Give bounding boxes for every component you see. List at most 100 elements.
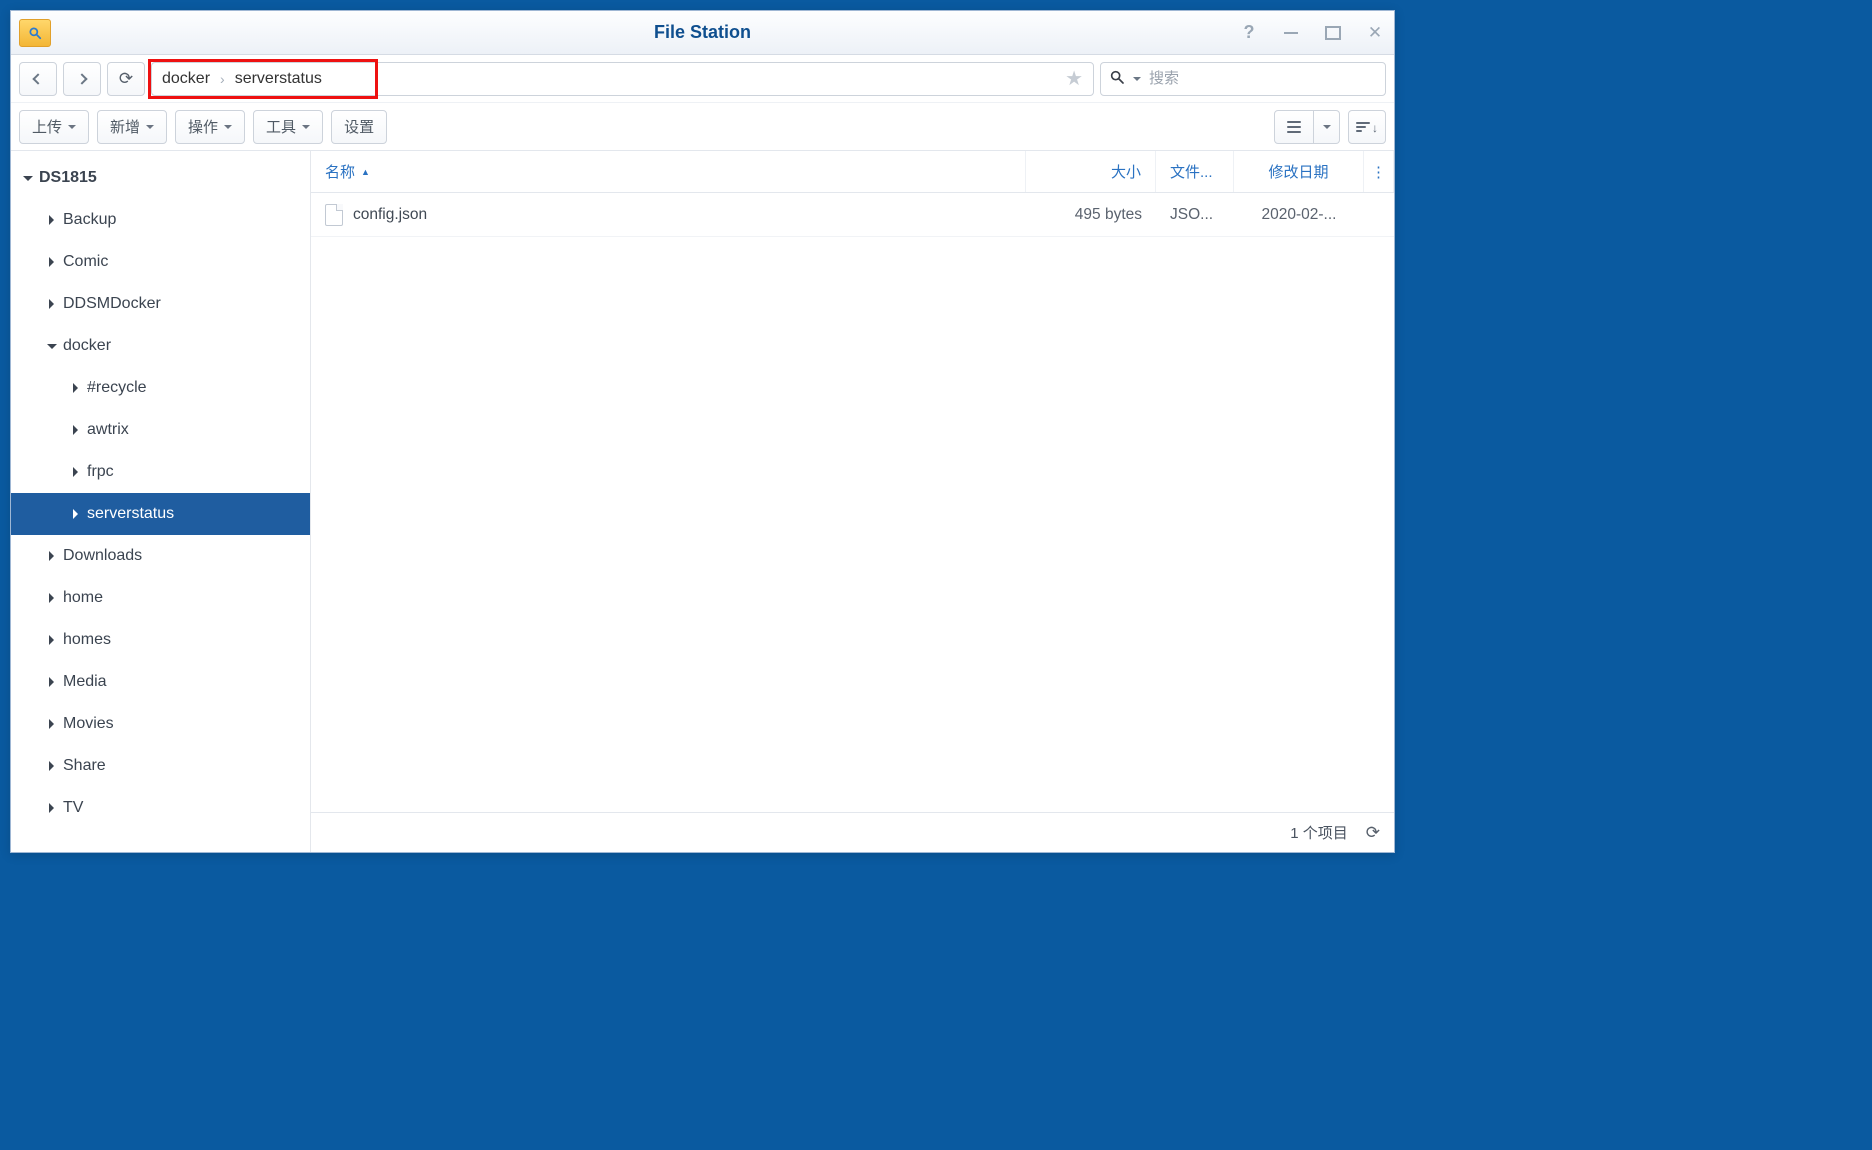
tree-item-recycle[interactable]: #recycle [11, 367, 310, 409]
view-mode-split [1274, 110, 1340, 144]
breadcrumb-bar[interactable]: docker › serverstatus ★ [151, 62, 1094, 96]
expand-toggle-icon[interactable] [47, 341, 57, 351]
tree-item-frpc[interactable]: frpc [11, 451, 310, 493]
tree-label: DDSMDocker [63, 295, 161, 313]
column-header-size[interactable]: 大小 [1026, 151, 1156, 192]
chevron-left-icon [32, 73, 43, 84]
list-icon [1287, 121, 1301, 133]
main-area: DS1815 Backup Comic DDSMDocker docker #r… [11, 151, 1394, 852]
titlebar: File Station ? [11, 11, 1394, 55]
expand-toggle-icon[interactable] [47, 215, 57, 225]
expand-toggle-icon[interactable] [71, 425, 81, 435]
tree-item-movies[interactable]: Movies [11, 703, 310, 745]
window-controls: ? [1238, 22, 1386, 44]
view-list-button[interactable] [1274, 110, 1314, 144]
caret-down-icon [1323, 125, 1331, 133]
column-header-type[interactable]: 文件... [1156, 151, 1234, 192]
tree-item-comic[interactable]: Comic [11, 241, 310, 283]
window-title: File Station [11, 22, 1394, 43]
expand-toggle-icon[interactable] [23, 173, 33, 183]
column-header-date[interactable]: 修改日期 [1234, 151, 1364, 192]
tree-item-share[interactable]: Share [11, 745, 310, 787]
maximize-button[interactable] [1322, 22, 1344, 44]
refresh-button[interactable]: ⟳ [107, 62, 145, 96]
expand-toggle-icon[interactable] [47, 761, 57, 771]
back-button[interactable] [19, 62, 57, 96]
file-size: 495 bytes [1026, 206, 1156, 224]
column-header-name[interactable]: 名称 [311, 151, 1026, 192]
file-icon [325, 204, 343, 226]
tree-item-tv[interactable]: TV [11, 787, 310, 829]
tree-root[interactable]: DS1815 [11, 157, 310, 199]
expand-toggle-icon[interactable] [47, 677, 57, 687]
search-input[interactable] [1149, 70, 1377, 87]
breadcrumb-segment[interactable]: docker [162, 70, 210, 88]
create-button[interactable]: 新增 [97, 110, 167, 144]
tree-item-awtrix[interactable]: awtrix [11, 409, 310, 451]
sort-icon: ↓ [1356, 122, 1378, 132]
expand-toggle-icon[interactable] [47, 299, 57, 309]
tree-item-downloads[interactable]: Downloads [11, 535, 310, 577]
file-date: 2020-02-... [1234, 206, 1364, 224]
tree-item-docker[interactable]: docker [11, 325, 310, 367]
tree-label: Media [63, 673, 107, 691]
file-name: config.json [353, 206, 427, 224]
folder-tree[interactable]: DS1815 Backup Comic DDSMDocker docker #r… [11, 151, 311, 852]
close-button[interactable] [1364, 22, 1386, 44]
file-station-window: File Station ? ⟳ docker › serverstatus ★ [10, 10, 1395, 853]
tree-item-home[interactable]: home [11, 577, 310, 619]
refresh-icon: ⟳ [119, 69, 133, 89]
tree-label: #recycle [87, 379, 147, 397]
chevron-right-icon [76, 73, 87, 84]
sort-button[interactable]: ↓ [1348, 110, 1386, 144]
tree-item-serverstatus[interactable]: serverstatus [11, 493, 310, 535]
create-label: 新增 [110, 116, 140, 137]
tree-label: Comic [63, 253, 108, 271]
caret-down-icon [224, 125, 232, 133]
caret-down-icon [146, 125, 154, 133]
settings-button[interactable]: 设置 [331, 110, 387, 144]
dropdown-caret-icon[interactable] [1133, 77, 1141, 85]
tree-label: serverstatus [87, 505, 174, 523]
help-icon[interactable]: ? [1238, 22, 1260, 44]
expand-toggle-icon[interactable] [47, 635, 57, 645]
expand-toggle-icon[interactable] [47, 719, 57, 729]
expand-toggle-icon[interactable] [47, 593, 57, 603]
tree-label: homes [63, 631, 111, 649]
breadcrumb-segment[interactable]: serverstatus [235, 70, 322, 88]
expand-toggle-icon[interactable] [71, 509, 81, 519]
app-icon [19, 19, 51, 47]
column-header-menu[interactable]: ⋮ [1364, 151, 1394, 192]
file-list[interactable]: config.json 495 bytes JSO... 2020-02-... [311, 193, 1394, 812]
expand-toggle-icon[interactable] [71, 467, 81, 477]
tree-label: awtrix [87, 421, 129, 439]
tree-label: Backup [63, 211, 116, 229]
expand-toggle-icon[interactable] [47, 257, 57, 267]
minimize-button[interactable] [1280, 22, 1302, 44]
tree-label: Downloads [63, 547, 142, 565]
item-count: 1 个项目 [1290, 822, 1348, 843]
forward-button[interactable] [63, 62, 101, 96]
action-label: 操作 [188, 116, 218, 137]
tree-item-media[interactable]: Media [11, 661, 310, 703]
file-row[interactable]: config.json 495 bytes JSO... 2020-02-... [311, 193, 1394, 237]
upload-button[interactable]: 上传 [19, 110, 89, 144]
expand-toggle-icon[interactable] [71, 383, 81, 393]
tree-item-homes[interactable]: homes [11, 619, 310, 661]
tree-label: docker [63, 337, 111, 355]
file-list-panel: 名称 大小 文件... 修改日期 ⋮ config.json 495 bytes… [311, 151, 1394, 852]
view-mode-dropdown[interactable] [1314, 110, 1340, 144]
status-bar: 1 个项目 ⟳ [311, 812, 1394, 852]
refresh-list-button[interactable]: ⟳ [1366, 823, 1380, 843]
expand-toggle-icon[interactable] [47, 551, 57, 561]
expand-toggle-icon[interactable] [47, 803, 57, 813]
tree-item-ddsmdocker[interactable]: DDSMDocker [11, 283, 310, 325]
tools-button[interactable]: 工具 [253, 110, 323, 144]
tools-label: 工具 [266, 116, 296, 137]
caret-down-icon [68, 125, 76, 133]
search-box[interactable] [1100, 62, 1386, 96]
favorite-star-icon[interactable]: ★ [1065, 66, 1083, 91]
tree-item-backup[interactable]: Backup [11, 199, 310, 241]
tree-label: Movies [63, 715, 114, 733]
action-button[interactable]: 操作 [175, 110, 245, 144]
